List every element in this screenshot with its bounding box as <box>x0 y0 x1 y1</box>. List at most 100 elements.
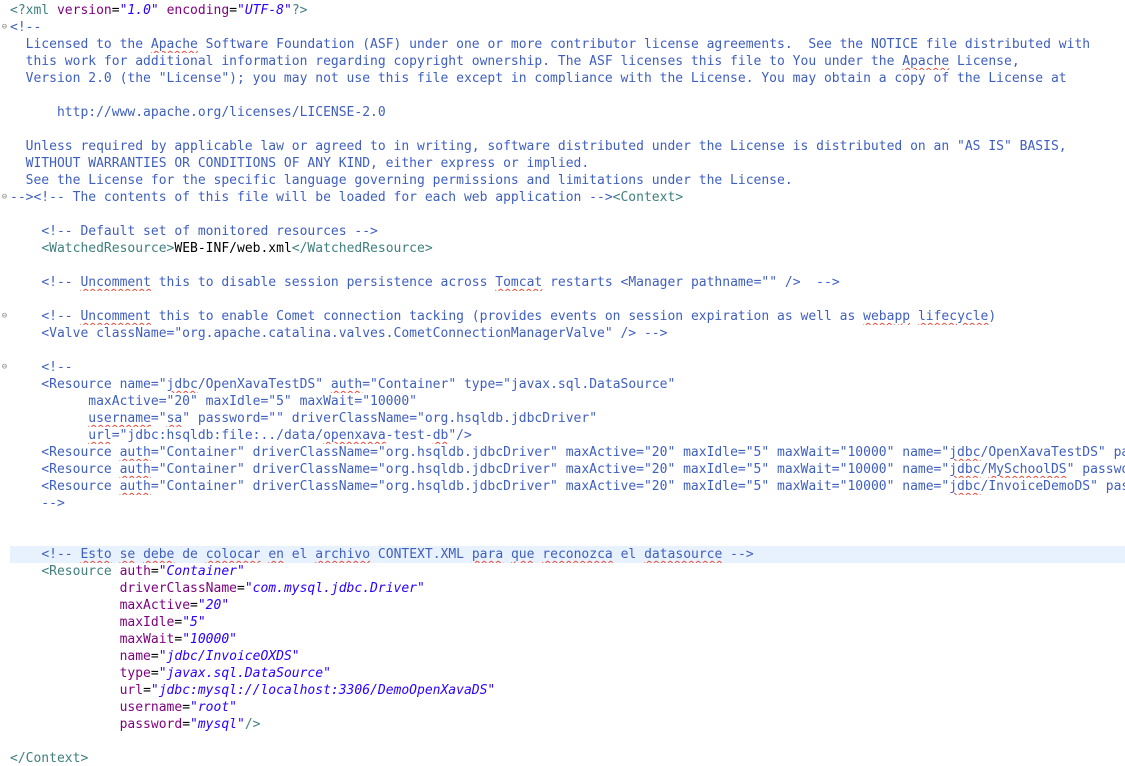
code-token: password <box>119 717 183 732</box>
code-token: "5" <box>182 615 206 630</box>
spelling-flagged-token: debe <box>143 547 175 562</box>
code-line[interactable]: maxActive="20" maxIdle="5" maxWait="1000… <box>10 393 1125 410</box>
spelling-flagged-token: que <box>510 547 535 562</box>
code-line[interactable]: maxActive="20" <box>10 597 1125 614</box>
code-line[interactable]: name="jdbc/InvoiceOXDS" <box>10 648 1125 665</box>
code-line[interactable] <box>10 342 1125 359</box>
spelling-flagged-token: para <box>471 547 504 562</box>
code-token: type <box>119 666 151 681</box>
xml-editor[interactable]: <?xml version="1.0" encoding="UTF-8"?> <!… <box>0 0 1125 766</box>
code-token: License, <box>949 54 1020 69</box>
code-token: <Context> <box>612 190 684 205</box>
spelling-flagged-token: jdbc <box>166 377 198 392</box>
code-line[interactable]: <Valve className="org.apache.catalina.va… <box>10 325 1125 342</box>
fold-collapse-icon[interactable]: ⊖ <box>0 19 9 36</box>
code-token: xml <box>25 3 57 18</box>
code-line[interactable]: username="sa" password="" driverClassNam… <box>10 410 1125 427</box>
code-line[interactable]: maxIdle="5" <box>10 614 1125 631</box>
code-line[interactable]: --><!-- The contents of this file will b… <box>10 189 1125 206</box>
code-token: name <box>119 649 151 664</box>
code-line[interactable] <box>10 87 1125 104</box>
code-line[interactable] <box>10 512 1125 529</box>
code-line[interactable]: <Resource auth="Container" driverClassNa… <box>10 444 1125 461</box>
code-line[interactable]: <!-- Uncomment this to enable Comet conn… <box>10 308 1125 325</box>
code-line[interactable]: <Resource name="jdbc/OpenXavaTestDS" aut… <box>10 376 1125 393</box>
code-token: Version 2.0 (the "License"); you may not… <box>10 71 1067 86</box>
code-token: this work for additional information reg… <box>10 54 903 69</box>
code-line[interactable]: username="root" <box>10 699 1125 716</box>
code-line[interactable]: maxWait="10000" <box>10 631 1125 648</box>
code-token: --><!-- The contents of this file will b… <box>10 190 613 205</box>
spelling-flagged-token: MySchoolDS <box>988 462 1067 477</box>
code-token: <Resource <box>10 479 120 494</box>
code-token: maxActive <box>119 598 191 613</box>
spelling-flagged-token: openxava <box>323 428 386 443</box>
code-token: "20" <box>197 598 230 613</box>
code-line[interactable]: Licensed to the Apache Software Foundati… <box>10 36 1125 53</box>
code-token: ="Container" driverClassName="org.hsqldb… <box>150 479 950 494</box>
code-line[interactable] <box>10 121 1125 138</box>
fold-collapse-icon[interactable]: ⊖ <box>0 359 9 376</box>
code-token: </WatchedResource> <box>291 241 433 256</box>
code-line[interactable]: --> <box>10 495 1125 512</box>
code-token: WEB-INF/web.xml <box>174 241 292 256</box>
code-line[interactable]: </Context> <box>10 750 1125 766</box>
code-line[interactable]: this work for additional information reg… <box>10 53 1125 70</box>
code-line[interactable]: type="javax.sql.DataSource" <box>10 665 1125 682</box>
code-line[interactable]: <?xml version="1.0" encoding="UTF-8"?> <box>10 2 1125 19</box>
code-token: "10000" <box>182 632 237 647</box>
spelling-flagged-token: auth <box>119 479 151 494</box>
code-line[interactable]: http://www.apache.org/licenses/LICENSE-2… <box>10 104 1125 121</box>
code-token: ="Container" driverClassName="org.hsqldb… <box>150 445 950 460</box>
code-line[interactable] <box>10 529 1125 546</box>
code-line[interactable] <box>10 257 1125 274</box>
code-line[interactable]: <Resource auth="Container" <box>10 563 1125 580</box>
code-line[interactable]: <WatchedResource>WEB-INF/web.xml</Watche… <box>10 240 1125 257</box>
code-line[interactable] <box>10 291 1125 308</box>
code-line[interactable]: Version 2.0 (the "License"); you may not… <box>10 70 1125 87</box>
code-token: ="jdbc:hsqldb:file:../data/ <box>111 428 324 443</box>
code-line[interactable]: <!-- Default set of monitored resources … <box>10 223 1125 240</box>
code-line[interactable]: driverClassName="com.mysql.jdbc.Driver" <box>10 580 1125 597</box>
fold-collapse-icon[interactable]: ⊖ <box>0 189 9 206</box>
spelling-flagged-token: Apache <box>902 54 950 69</box>
code-token: this to enable Comet connection tacking … <box>150 309 864 324</box>
code-line[interactable]: url="jdbc:hsqldb:file:../data/openxava-t… <box>10 427 1125 444</box>
code-token: <!-- <box>41 360 73 375</box>
code-token: /OpenXavaTestDS" <box>197 377 331 392</box>
code-token: <!-- <box>41 547 81 562</box>
spelling-flagged-token: Apache <box>150 37 198 52</box>
code-token: /> <box>244 717 261 732</box>
code-line[interactable]: Unless required by applicable law or agr… <box>10 138 1125 155</box>
code-line[interactable]: WITHOUT WARRANTIES OR CONDITIONS OF ANY … <box>10 155 1125 172</box>
code-token: <Resource <box>41 564 120 579</box>
code-line[interactable]: <Resource auth="Container" driverClassNa… <box>10 461 1125 478</box>
spelling-flagged-token: Esto <box>80 547 112 562</box>
code-line[interactable]: <!-- Esto se debe de colocar en el archi… <box>10 546 1125 563</box>
code-line[interactable]: See the License for the specific languag… <box>10 172 1125 189</box>
editor-gutter <box>0 0 10 766</box>
code-token: "Container" <box>158 564 245 579</box>
code-token: http://www.apache.org/licenses/LICENSE-2… <box>10 105 386 120</box>
code-line[interactable]: password="mysql"/> <box>10 716 1125 733</box>
code-token: --> <box>722 547 754 562</box>
code-token: = <box>236 581 245 596</box>
code-token: = <box>150 564 159 579</box>
code-token: = <box>229 3 238 18</box>
code-line[interactable] <box>10 206 1125 223</box>
code-line[interactable]: <Resource auth="Container" driverClassNa… <box>10 478 1125 495</box>
fold-collapse-icon[interactable]: ⊖ <box>0 308 9 325</box>
spelling-flagged-token: reconozca <box>542 547 613 562</box>
code-line[interactable]: <!-- <box>10 359 1125 376</box>
code-line[interactable] <box>10 733 1125 750</box>
code-line[interactable]: <!-- Uncomment this to disable session p… <box>10 274 1125 291</box>
code-line[interactable]: url="jdbc:mysql://localhost:3306/DemoOpe… <box>10 682 1125 699</box>
code-line[interactable]: <!-- <box>10 19 1125 36</box>
code-token: = <box>150 649 159 664</box>
